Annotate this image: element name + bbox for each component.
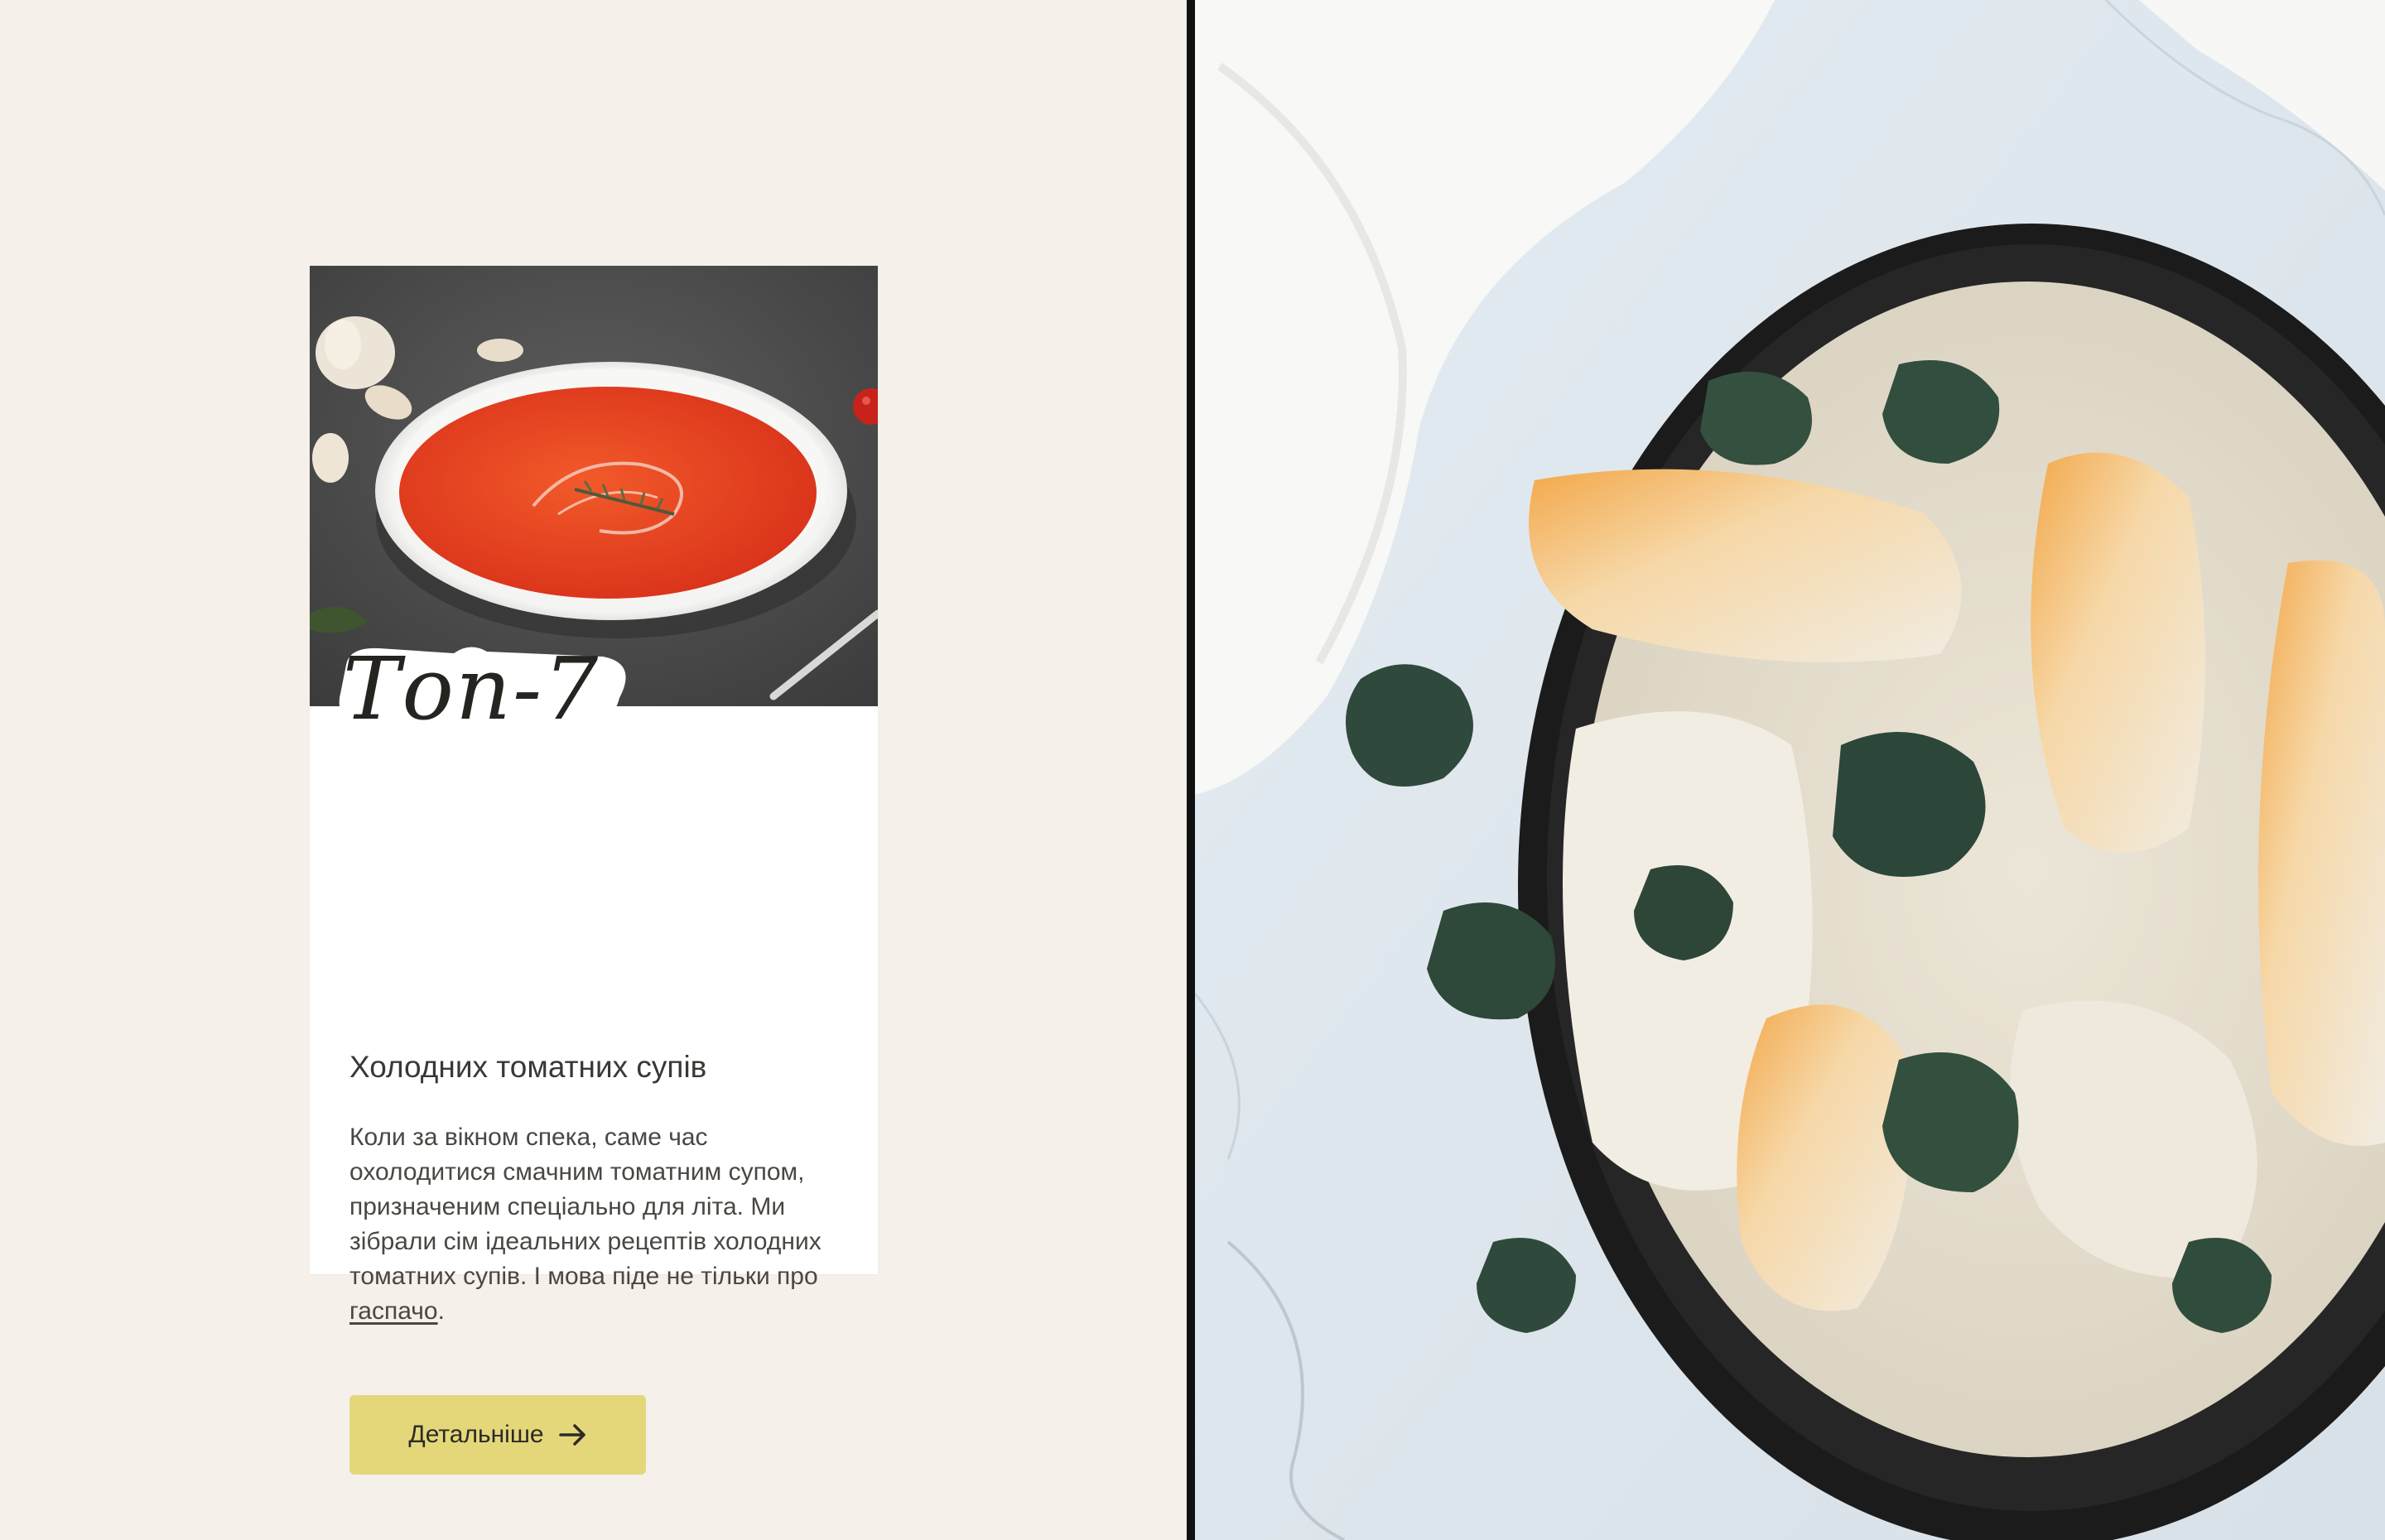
- fish-skillet-photo: [1195, 0, 2385, 1540]
- panel-divider: [1187, 0, 1195, 1540]
- card-heading: Холодних томатних супів: [349, 1050, 707, 1084]
- left-pane: Топ-7 Холодних томатних супів Коли за ві…: [0, 0, 1187, 1540]
- article-card: Топ-7 Холодних томатних супів Коли за ві…: [310, 266, 878, 1475]
- top-7-badge: Топ-7: [330, 638, 628, 739]
- card-description-end: .: [437, 1297, 445, 1325]
- badge-text: Топ-7: [343, 638, 600, 739]
- arrow-right-icon: [558, 1423, 587, 1446]
- page: Топ-7 Холодних томатних супів Коли за ві…: [0, 0, 2385, 1540]
- details-button[interactable]: Детальніше: [349, 1395, 646, 1475]
- details-button-label: Детальніше: [408, 1421, 544, 1448]
- gazpacho-link[interactable]: гаспачо: [349, 1297, 438, 1325]
- card-description-text: Коли за вікном спека, саме час охолодити…: [349, 1124, 822, 1290]
- card-description: Коли за вікном спека, саме час охолодити…: [349, 1120, 846, 1329]
